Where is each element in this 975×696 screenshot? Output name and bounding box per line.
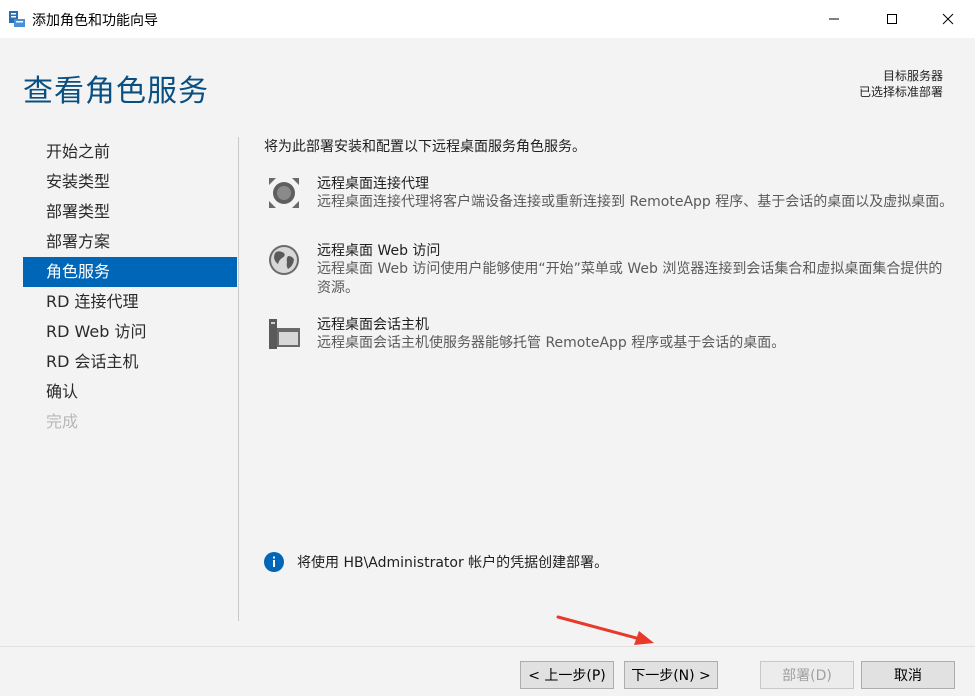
cancel-button[interactable]: 取消 — [861, 661, 955, 689]
deploy-button: 部署(D) — [760, 661, 854, 689]
service-item: 远程桌面 Web 访问 远程桌面 Web 访问使用户能够使用“开始”菜单或 We… — [264, 242, 954, 298]
service-name: 远程桌面会话主机 — [317, 317, 429, 333]
service-description: 远程桌面会话主机使服务器能够托管 RemoteApp 程序或基于会话的桌面。 — [317, 335, 786, 351]
service-description: 远程桌面连接代理将客户端设备连接或重新连接到 RemoteApp 程序、基于会话… — [317, 194, 954, 210]
intro-text: 将为此部署安装和配置以下远程桌面服务角色服务。 — [264, 139, 586, 155]
destination-value: 已选择标准部署 — [858, 85, 943, 99]
nav-item-confirmation[interactable]: 确认 — [23, 377, 237, 407]
nav-divider — [238, 137, 239, 621]
previous-button[interactable]: < 上一步(P) — [520, 661, 614, 689]
wizard-footer: < 上一步(P) 下一步(N) > 部署(D) 取消 — [0, 646, 975, 696]
destination-server: 目标服务器 已选择标准部署 — [859, 68, 943, 100]
nav-item-rd-connection-broker[interactable]: RD 连接代理 — [23, 287, 237, 317]
title-bar: 添加角色和功能向导 — [0, 0, 975, 38]
window-title: 添加角色和功能向导 — [32, 13, 158, 29]
connection-broker-icon — [269, 178, 299, 208]
nav-item-rd-session-host[interactable]: RD 会话主机 — [23, 347, 237, 377]
nav-item-before-you-begin[interactable]: 开始之前 — [23, 137, 237, 167]
wizard-content: 查看角色服务 目标服务器 已选择标准部署 开始之前 安装类型 部署类型 部署方案… — [0, 38, 975, 646]
main-panel: 将为此部署安装和配置以下远程桌面服务角色服务。 远程桌面连接代理 远程桌面连接代… — [264, 137, 954, 366]
minimize-icon — [829, 18, 839, 20]
maximize-button[interactable] — [866, 0, 918, 38]
nav-item-role-services[interactable]: 角色服务 — [23, 257, 237, 287]
service-description: 远程桌面 Web 访问使用户能够使用“开始”菜单或 Web 浏览器连接到会话集合… — [317, 261, 943, 296]
destination-label: 目标服务器 — [882, 69, 943, 83]
service-item: 远程桌面连接代理 远程桌面连接代理将客户端设备连接或重新连接到 RemoteAp… — [264, 175, 954, 225]
service-item: 远程桌面会话主机 远程桌面会话主机使服务器能够托管 RemoteApp 程序或基… — [264, 316, 954, 366]
maximize-icon — [887, 14, 897, 24]
nav-item-deployment-scenario[interactable]: 部署方案 — [23, 227, 237, 257]
wizard-nav: 开始之前 安装类型 部署类型 部署方案 角色服务 RD 连接代理 RD Web … — [23, 137, 237, 437]
service-name: 远程桌面连接代理 — [317, 176, 429, 192]
nav-item-rd-web-access[interactable]: RD Web 访问 — [23, 317, 237, 347]
close-icon — [942, 13, 954, 25]
nav-item-deployment-type[interactable]: 部署类型 — [23, 197, 237, 227]
page-title: 查看角色服务 — [23, 74, 209, 109]
info-text: 将使用 HB\Administrator 帐户的凭据创建部署。 — [297, 555, 609, 571]
server-manager-icon — [9, 11, 25, 27]
info-icon — [264, 552, 284, 572]
web-access-icon — [269, 245, 299, 275]
next-button[interactable]: 下一步(N) > — [624, 661, 718, 689]
nav-item-installation-type[interactable]: 安装类型 — [23, 167, 237, 197]
service-name: 远程桌面 Web 访问 — [317, 243, 441, 259]
minimize-button[interactable] — [808, 0, 860, 38]
session-host-icon — [269, 319, 300, 349]
info-message: 将使用 HB\Administrator 帐户的凭据创建部署。 — [264, 550, 954, 574]
close-button[interactable] — [922, 0, 974, 38]
nav-item-completion: 完成 — [46, 412, 79, 431]
